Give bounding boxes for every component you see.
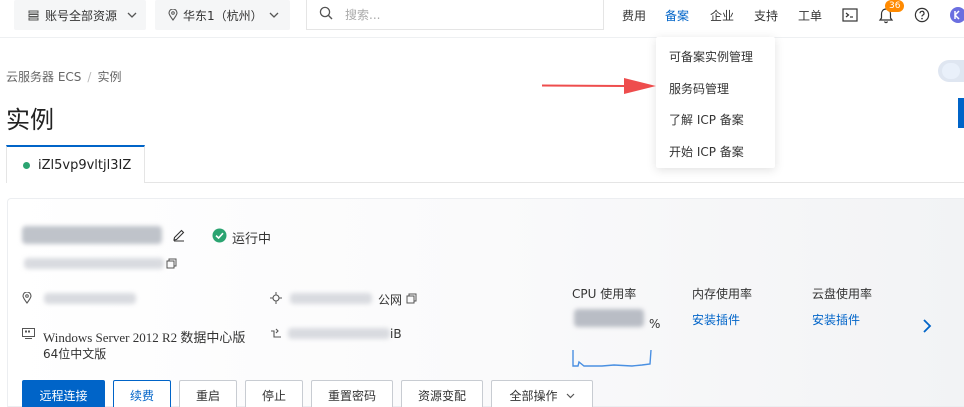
annotation-arrow-icon [542, 78, 656, 94]
memory-unit: iB [390, 327, 402, 341]
memory-install-plugin-link[interactable]: 安装插件 [692, 311, 740, 328]
reset-password-button[interactable]: 重置密码 [311, 380, 393, 407]
chevron-down-icon [566, 388, 575, 402]
help-icon[interactable] [912, 0, 932, 30]
notification-badge: 36 [885, 0, 905, 12]
menu-item-learn-icp[interactable]: 了解 ICP 备案 [669, 111, 744, 128]
status-badge: 运行中 [232, 232, 272, 247]
breadcrumb-separator: / [87, 70, 92, 84]
restart-button[interactable]: 重启 [179, 380, 237, 407]
chevron-down-icon [127, 12, 137, 18]
list-icon [28, 10, 39, 21]
region-selector[interactable]: 华东1（杭州） [155, 0, 290, 30]
header-divider [0, 37, 964, 38]
tab-instance-label: iZl5vp9vltjl3IZ [38, 157, 132, 173]
all-operations-button[interactable]: 全部操作 [491, 380, 593, 407]
breadcrumb: 云服务器 ECS / 实例 [6, 68, 121, 85]
disk-install-plugin-link[interactable]: 安装插件 [812, 311, 860, 328]
os-edition: 64位中文版 [43, 347, 107, 361]
cpu-value-redacted [574, 309, 644, 327]
tab-instance[interactable]: iZl5vp9vltjl3IZ [6, 145, 145, 183]
location-pin-icon [168, 9, 178, 21]
avatar[interactable] [948, 0, 964, 30]
menu-item-filing-instances[interactable]: 可备案实例管理 [669, 48, 753, 65]
spec-icon [270, 328, 282, 343]
nav-enterprise[interactable]: 企业 [710, 0, 734, 30]
chevron-right-icon[interactable] [922, 318, 932, 337]
chevron-down-icon [269, 12, 279, 18]
status-check-icon [212, 228, 227, 246]
edit-icon[interactable] [172, 228, 186, 245]
search-icon [319, 6, 333, 23]
public-ip-label: 公网 [378, 293, 403, 307]
terminal-icon[interactable] [840, 0, 860, 30]
os-name: Windows Server 2012 R2 数据中心版 [43, 330, 246, 345]
beian-dropdown-menu: 可备案实例管理 服务码管理 了解 ICP 备案 开始 ICP 备案 [656, 37, 775, 168]
tab-divider [145, 182, 964, 183]
region-selector-label: 华东1（杭州） [183, 8, 263, 23]
location-pin-icon [22, 291, 32, 307]
right-edge-button[interactable] [958, 98, 964, 128]
zone-redacted [44, 293, 136, 304]
windows-os-icon [22, 328, 35, 342]
nav-support[interactable]: 支持 [754, 0, 778, 30]
nav-ticket[interactable]: 工单 [798, 0, 822, 30]
spec-redacted [288, 328, 390, 339]
instance-id-redacted [24, 258, 164, 269]
page-title: 实例 [6, 106, 54, 134]
breadcrumb-root[interactable]: 云服务器 ECS [6, 70, 81, 84]
cpu-usage-label: CPU 使用率 [572, 287, 637, 301]
cpu-usage-unit: % [649, 317, 661, 331]
copy-icon[interactable] [166, 258, 177, 272]
all-operations-label: 全部操作 [509, 388, 558, 403]
side-toggle[interactable] [938, 60, 964, 82]
resource-selector-label: 账号全部资源 [45, 8, 118, 23]
stop-button[interactable]: 停止 [245, 380, 303, 407]
memory-usage-label: 内存使用率 [692, 287, 753, 301]
nav-beian[interactable]: 备案 [665, 0, 689, 30]
instance-name-redacted [22, 226, 162, 244]
running-dot-icon [23, 161, 30, 169]
public-ip-redacted [290, 293, 372, 304]
remote-connect-button[interactable]: 远程连接 [22, 380, 105, 407]
menu-item-service-code[interactable]: 服务码管理 [669, 80, 729, 97]
resource-selector[interactable]: 账号全部资源 [14, 0, 146, 30]
nav-fees[interactable]: 费用 [622, 0, 646, 30]
search-box[interactable]: 搜索... [306, 0, 604, 30]
top-navigation-bar: 账号全部资源 华东1（杭州） 搜索... 费用 备案 企业 支持 工单 36 [0, 0, 964, 32]
cpu-sparkline [572, 349, 652, 367]
breadcrumb-current: 实例 [97, 70, 122, 84]
disk-usage-label: 云盘使用率 [812, 287, 873, 301]
resize-button[interactable]: 资源变配 [401, 380, 483, 407]
network-icon [270, 292, 282, 307]
renew-button[interactable]: 续费 [113, 380, 171, 407]
menu-item-start-icp[interactable]: 开始 ICP 备案 [669, 143, 744, 160]
copy-icon[interactable] [406, 293, 417, 307]
search-input[interactable]: 搜索... [345, 6, 380, 23]
